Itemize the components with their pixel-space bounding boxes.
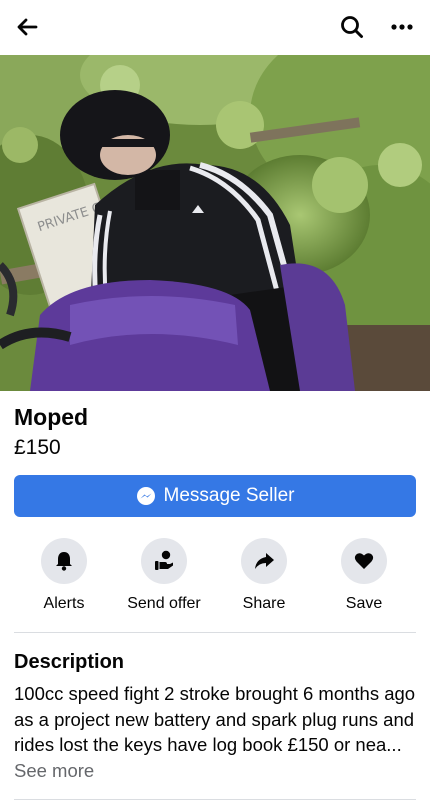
messenger-icon	[136, 486, 156, 506]
share-label: Share	[242, 595, 286, 612]
description-text: 100cc speed fight 2 stroke brought 6 mon…	[14, 681, 416, 783]
action-row: Alerts Send offer Share Save	[14, 538, 416, 618]
see-more-link[interactable]: See more	[14, 760, 94, 781]
listing-title: Moped	[14, 404, 89, 430]
send-offer-icon	[141, 538, 187, 584]
listing-price: £150	[14, 436, 61, 459]
description-heading: Description	[14, 651, 125, 673]
listing-photo[interactable]: PRIVATE CAR PARK	[0, 55, 430, 391]
alerts-button[interactable]: Alerts	[14, 538, 114, 613]
send-offer-button[interactable]: Send offer	[114, 538, 214, 613]
share-button[interactable]: Share	[214, 538, 314, 613]
alerts-label: Alerts	[43, 595, 85, 612]
section-divider	[14, 632, 416, 633]
heart-icon	[341, 538, 387, 584]
message-seller-button[interactable]: Message Seller	[14, 475, 416, 517]
search-icon[interactable]	[335, 10, 369, 44]
more-horizontal-icon[interactable]	[385, 10, 419, 44]
message-seller-label: Message Seller	[163, 485, 295, 506]
bell-icon	[41, 538, 87, 584]
arrow-left-icon[interactable]	[10, 10, 44, 44]
top-bar	[0, 0, 430, 55]
send-offer-label: Send offer	[127, 595, 201, 612]
save-button[interactable]: Save	[314, 538, 414, 613]
share-arrow-icon	[241, 538, 287, 584]
save-label: Save	[345, 595, 383, 612]
description-body: 100cc speed fight 2 stroke brought 6 mon…	[14, 683, 416, 755]
